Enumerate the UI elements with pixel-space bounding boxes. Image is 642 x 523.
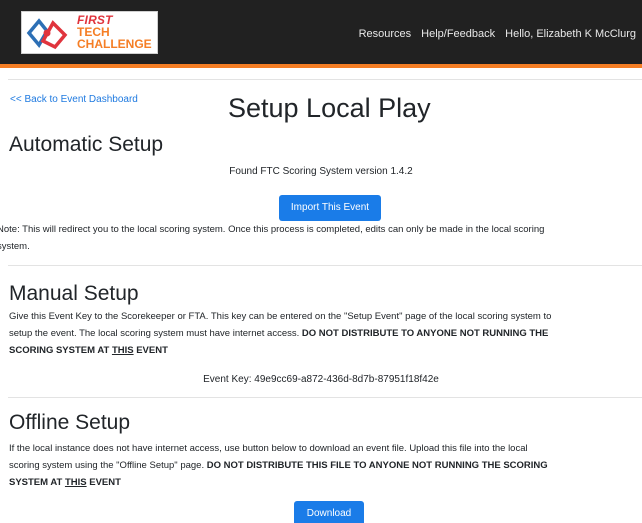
offline-warning-text-2: SYSTEM AT bbox=[9, 477, 65, 488]
logo-wordmark: FIRST TECH CHALLENGE bbox=[77, 14, 152, 50]
import-event-button[interactable]: Import This Event bbox=[279, 195, 381, 221]
offline-setup-title: Offline Setup bbox=[9, 411, 131, 434]
divider bbox=[8, 397, 642, 398]
header-accent-strip bbox=[0, 64, 642, 68]
automatic-note-line2: system. bbox=[0, 241, 30, 252]
offline-warning-this: THIS bbox=[64, 477, 87, 488]
divider bbox=[8, 265, 642, 266]
nav-links: Resources Help/Feedback Hello, Elizabeth… bbox=[359, 28, 636, 40]
manual-setup-title: Manual Setup bbox=[9, 282, 139, 305]
offline-setup-description: If the local instance does not have inte… bbox=[9, 440, 642, 491]
manual-warning-this: THIS bbox=[111, 345, 134, 356]
offline-desc-line1: If the local instance does not have inte… bbox=[9, 443, 528, 454]
manual-desc-line2: setup the event. The local scoring syste… bbox=[9, 328, 302, 339]
scoring-system-version-text: Found FTC Scoring System version 1.4.2 bbox=[229, 166, 413, 177]
page-title: Setup Local Play bbox=[228, 93, 431, 123]
manual-warning-text: DO NOT DISTRIBUTE TO ANYONE NOT RUNNING … bbox=[301, 328, 549, 339]
ftc-logo-mark-icon bbox=[26, 18, 68, 50]
event-key-text: Event Key: 49e9cc69-a872-436d-8d7b-87951… bbox=[203, 374, 439, 385]
first-tech-challenge-logo[interactable]: FIRST TECH CHALLENGE bbox=[21, 11, 158, 54]
automatic-note-line1: Note: This will redirect you to the loca… bbox=[0, 224, 545, 235]
manual-desc-line1: Give this Event Key to the Scorekeeper o… bbox=[9, 311, 552, 322]
logo-challenge: CHALLENGE bbox=[77, 37, 152, 51]
back-to-dashboard-link[interactable]: << Back to Event Dashboard bbox=[10, 94, 138, 105]
manual-setup-description: Give this Event Key to the Scorekeeper o… bbox=[9, 308, 642, 359]
manual-warning-text-2: SCORING SYSTEM AT bbox=[9, 345, 112, 356]
nav-resources-link[interactable]: Resources bbox=[359, 28, 412, 40]
offline-warning-event: EVENT bbox=[86, 477, 121, 488]
automatic-note: Note: This will redirect you to the loca… bbox=[0, 221, 642, 255]
user-greeting-link[interactable]: Hello, Elizabeth K McClurg bbox=[505, 28, 636, 40]
offline-desc-line2: scoring system using the "Offline Setup"… bbox=[9, 460, 207, 471]
automatic-setup-title: Automatic Setup bbox=[9, 133, 164, 156]
divider bbox=[8, 79, 642, 80]
manual-warning-event: EVENT bbox=[133, 345, 168, 356]
top-navbar: FIRST TECH CHALLENGE Resources Help/Feed… bbox=[0, 0, 642, 64]
nav-help-feedback-link[interactable]: Help/Feedback bbox=[421, 28, 495, 40]
offline-warning-text: DO NOT DISTRIBUTE THIS FILE TO ANYONE NO… bbox=[206, 460, 548, 471]
download-button[interactable]: Download bbox=[294, 501, 364, 523]
